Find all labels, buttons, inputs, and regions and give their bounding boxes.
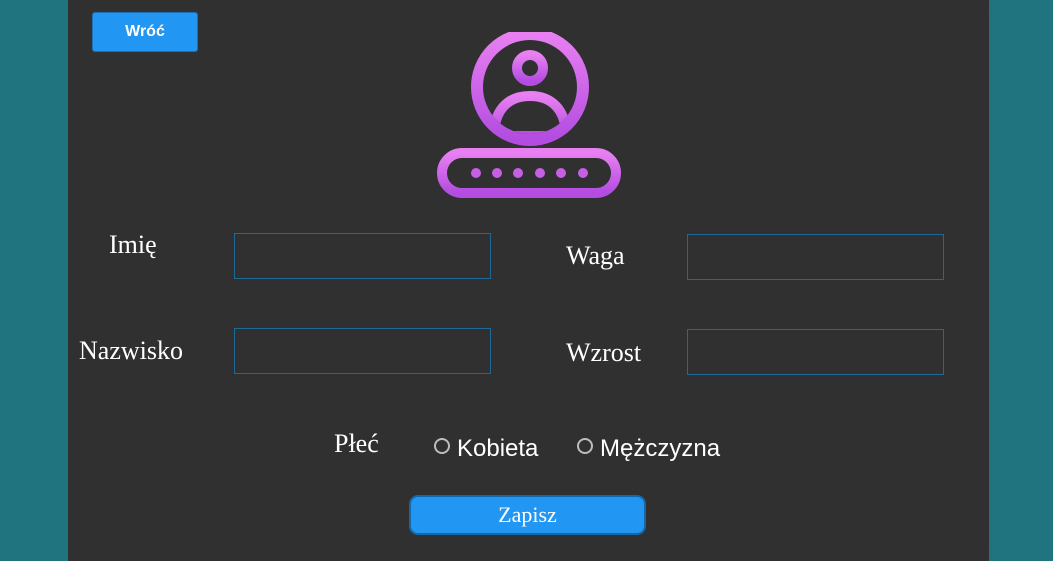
gender-label: Płeć	[334, 429, 379, 458]
height-field[interactable]	[687, 329, 944, 375]
weight-field[interactable]	[687, 234, 944, 280]
save-button[interactable]: Zapisz	[409, 495, 646, 535]
first-name-field[interactable]	[234, 233, 491, 279]
height-label: Wzrost	[566, 338, 642, 367]
background-left	[0, 0, 70, 561]
radio-circle-icon	[577, 438, 593, 454]
radio-circle-icon	[434, 438, 450, 454]
gender-radio-male[interactable]: Mężczyzna	[577, 435, 720, 463]
weight-label: Waga	[566, 241, 625, 270]
last-name-label: Nazwisko	[79, 336, 183, 365]
background-right	[991, 0, 1053, 561]
user-password-icon	[437, 32, 621, 198]
gender-option-label: Kobieta	[457, 435, 539, 462]
last-name-field[interactable]	[234, 328, 491, 374]
first-name-label: Imię	[109, 230, 157, 259]
gender-option-label: Mężczyzna	[600, 435, 721, 462]
back-button[interactable]: Wróć	[92, 12, 198, 52]
gender-radio-female[interactable]: Kobieta	[434, 435, 538, 463]
